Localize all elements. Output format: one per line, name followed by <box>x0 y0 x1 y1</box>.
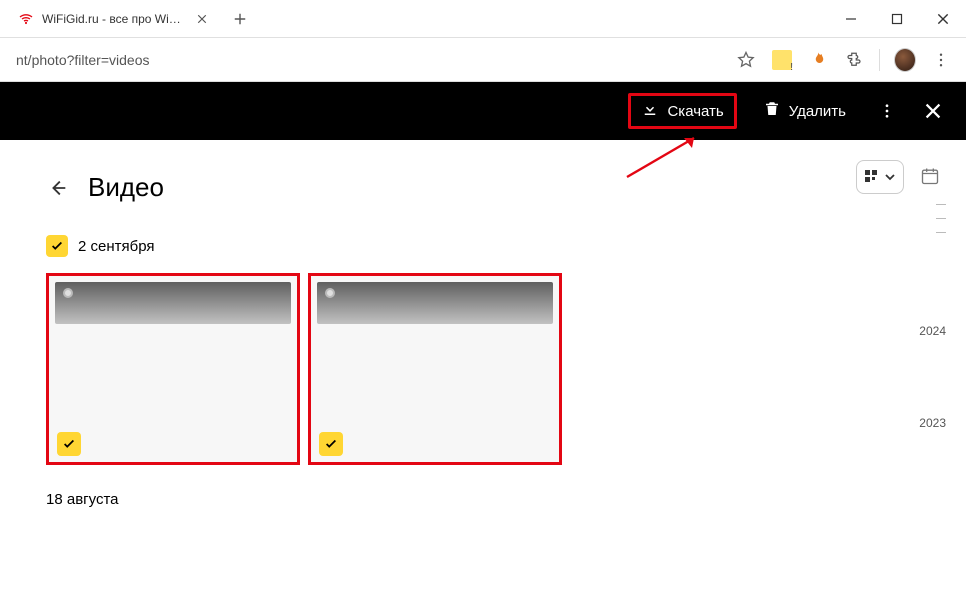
date-group-header[interactable]: 2 сентября <box>46 235 966 257</box>
close-icon[interactable] <box>196 12 208 26</box>
thumbnail-checkbox-checked[interactable] <box>319 432 343 456</box>
download-button[interactable]: Скачать <box>628 93 736 129</box>
close-window-button[interactable] <box>920 0 966 38</box>
page-title: Видео <box>88 172 164 203</box>
close-selection-icon[interactable] <box>918 96 948 126</box>
maximize-button[interactable] <box>874 0 920 38</box>
video-thumbnail[interactable] <box>308 273 562 465</box>
date-label: 18 августа <box>46 491 966 508</box>
thumbnail-preview <box>55 282 291 324</box>
view-controls <box>856 160 942 194</box>
thumbnail-checkbox-checked[interactable] <box>57 432 81 456</box>
bookmark-star-icon[interactable] <box>735 49 757 71</box>
timeline-year[interactable]: 2024 <box>919 324 946 338</box>
extension-badge-icon[interactable] <box>771 49 793 71</box>
play-indicator-icon <box>63 288 73 298</box>
back-arrow-icon[interactable] <box>46 176 70 200</box>
divider <box>879 49 880 71</box>
timeline-year[interactable]: 2023 <box>919 416 946 430</box>
calendar-icon[interactable] <box>920 166 942 188</box>
delete-label: Удалить <box>789 103 846 120</box>
minimize-button[interactable] <box>828 0 874 38</box>
layout-switch-button[interactable] <box>856 160 904 194</box>
download-label: Скачать <box>667 103 723 120</box>
play-indicator-icon <box>325 288 335 298</box>
video-thumbnail[interactable] <box>46 273 300 465</box>
address-bar[interactable]: nt/photo?filter=videos <box>8 45 735 75</box>
chevron-down-icon <box>884 171 896 183</box>
more-actions-icon[interactable] <box>872 96 902 126</box>
flame-icon[interactable] <box>807 49 829 71</box>
tab-title: WiFiGid.ru - все про WiFi и бе <box>42 12 188 26</box>
toolbar-icons <box>735 49 958 71</box>
new-tab-button[interactable] <box>226 5 254 33</box>
thumbnail-preview <box>317 282 553 324</box>
content-area: Видео 2 сентября 18 августа <box>0 140 966 508</box>
year-timeline[interactable]: 2024 2023 <box>906 204 946 604</box>
download-icon <box>641 100 659 122</box>
date-label: 2 сентября <box>78 238 155 255</box>
date-checkbox-checked[interactable] <box>46 235 68 257</box>
extensions-icon[interactable] <box>843 49 865 71</box>
profile-avatar[interactable] <box>894 49 916 71</box>
browser-menu-icon[interactable] <box>930 49 952 71</box>
trash-icon <box>763 100 781 122</box>
window-controls <box>828 0 966 37</box>
delete-button[interactable]: Удалить <box>753 94 856 128</box>
page-header: Видео <box>46 172 966 203</box>
address-bar-row: nt/photo?filter=videos <box>0 38 966 82</box>
browser-tab[interactable]: WiFiGid.ru - все про WiFi и бе <box>8 3 218 35</box>
selection-action-bar: Скачать Удалить <box>0 82 966 140</box>
grid-icon <box>864 169 880 185</box>
wifi-icon <box>18 11 34 27</box>
browser-tab-strip: WiFiGid.ru - все про WiFi и бе <box>0 0 966 38</box>
video-thumbnail-row <box>46 273 966 465</box>
url-text: nt/photo?filter=videos <box>16 52 149 68</box>
